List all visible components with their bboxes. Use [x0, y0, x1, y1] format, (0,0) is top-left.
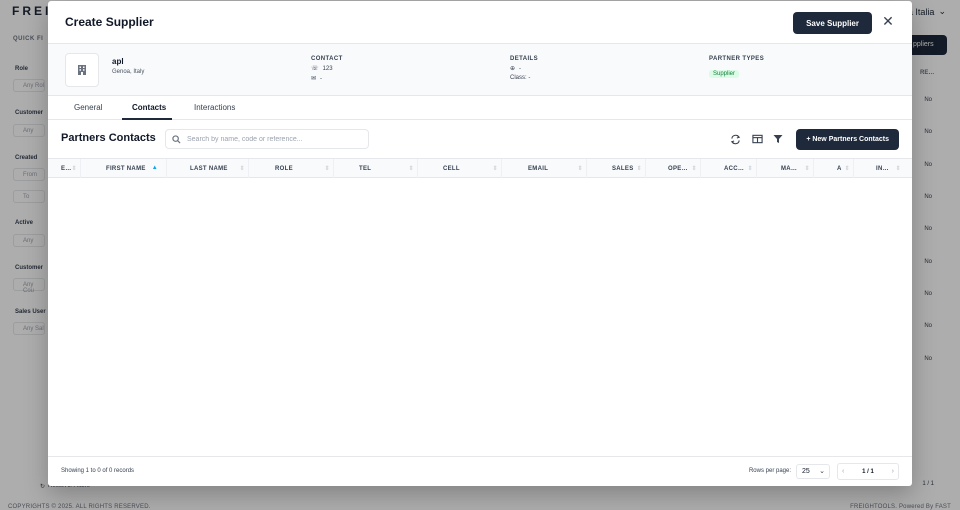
- modal-header: Create Supplier Save Supplier ✕: [48, 1, 912, 44]
- partner-type-badge: Supplier: [709, 70, 740, 78]
- contact-heading: CONTACT: [311, 56, 343, 62]
- pagination: ‹ 1 / 1 ›: [837, 463, 899, 480]
- modal-title: Create Supplier: [65, 15, 154, 29]
- next-page-icon[interactable]: ›: [892, 468, 894, 475]
- create-supplier-modal: Create Supplier Save Supplier ✕ apl Geno…: [48, 1, 912, 486]
- contacts-toolbar: Partners Contacts Search by name, code o…: [48, 120, 912, 158]
- columns-icon[interactable]: [751, 133, 763, 145]
- column-header[interactable]: OPE… ⇕: [663, 159, 701, 178]
- company-location: Genoa, Italy: [112, 69, 145, 75]
- company-name: apl: [112, 57, 124, 66]
- sort-icon: ⇕: [239, 166, 245, 172]
- column-header[interactable]: LAST NAME ⇕: [185, 159, 249, 178]
- sort-icon: ⇕: [492, 166, 498, 172]
- table-footer: Showing 1 to 0 of 0 records Rows per pag…: [48, 456, 912, 486]
- partner-types-heading: PARTNER TYPES: [709, 56, 765, 62]
- previous-page-icon[interactable]: ‹: [842, 468, 844, 475]
- globe-icon: ⊕: [510, 65, 516, 72]
- building-icon: [65, 53, 99, 87]
- column-header[interactable]: IN… ⇕: [871, 159, 904, 178]
- section-title: Partners Contacts: [61, 132, 156, 144]
- column-header[interactable]: A ⇕: [832, 159, 854, 178]
- rows-per-page-label: Rows per page:: [748, 468, 791, 474]
- mail-icon: ✉: [311, 75, 317, 82]
- column-header[interactable]: SALES ⇕: [607, 159, 646, 178]
- modal-tabs: General Contacts Interactions: [48, 96, 912, 120]
- records-count: Showing 1 to 0 of 0 records: [61, 468, 135, 474]
- filter-icon[interactable]: [772, 133, 784, 145]
- sort-icon: ⇕: [804, 166, 810, 172]
- supplier-summary: apl Genoa, Italy CONTACT ☏ 123 ✉ - DETAI…: [48, 44, 912, 96]
- column-header[interactable]: CELL ⇕: [438, 159, 502, 178]
- rows-per-page-select[interactable]: 25 ⌄: [796, 464, 830, 479]
- column-header[interactable]: E… ⇕: [48, 159, 81, 178]
- details-info: DETAILS ⊕ - Class: -: [510, 56, 538, 81]
- search-box: [165, 129, 369, 149]
- new-partners-contacts-button[interactable]: + New Partners Contacts: [796, 129, 899, 150]
- phone-icon: ☏: [311, 65, 319, 72]
- sort-icon: ⇕: [324, 166, 330, 172]
- refresh-icon[interactable]: [729, 133, 741, 145]
- partner-types-info: PARTNER TYPES Supplier: [709, 56, 764, 80]
- rows-per-page-value: 25: [802, 468, 810, 475]
- contacts-table-header: E… ⇕ FIRST NAME ▲ LAST NAME ⇕ ROLE ⇕ TEL ⇕ CE…: [48, 158, 912, 178]
- tab-general[interactable]: General: [74, 103, 102, 112]
- sort-icon: ⇕: [71, 166, 77, 172]
- contact-info: CONTACT ☏ 123 ✉ -: [311, 56, 343, 82]
- page-indicator: 1 / 1: [862, 468, 874, 475]
- tab-contacts[interactable]: Contacts: [132, 103, 166, 112]
- column-header-first-name[interactable]: FIRST NAME ▲: [101, 159, 167, 178]
- sort-icon: ⇕: [844, 166, 850, 172]
- contact-email: -: [320, 75, 323, 82]
- details-heading: DETAILS: [510, 56, 539, 62]
- sort-icon: ⇕: [636, 166, 642, 172]
- sort-icon: ⇕: [747, 166, 753, 172]
- column-header[interactable]: ROLE ⇕: [270, 159, 334, 178]
- column-header[interactable]: ACC… ⇕: [719, 159, 757, 178]
- sort-icon: ⇕: [577, 166, 583, 172]
- close-icon[interactable]: ✕: [881, 15, 895, 29]
- sort-icon: ⇕: [408, 166, 414, 172]
- search-input[interactable]: [187, 135, 357, 143]
- save-supplier-button[interactable]: Save Supplier: [793, 12, 872, 34]
- tab-interactions[interactable]: Interactions: [194, 103, 235, 112]
- chevron-down-icon: ⌄: [819, 468, 825, 475]
- column-header[interactable]: EMAIL ⇕: [523, 159, 587, 178]
- search-icon: [172, 134, 181, 144]
- details-class: Class: -: [510, 75, 531, 81]
- details-web: -: [519, 65, 522, 72]
- contacts-table-body: [48, 178, 912, 456]
- column-header[interactable]: TEL ⇕: [354, 159, 418, 178]
- sort-icon: ⇕: [895, 166, 901, 172]
- column-header[interactable]: MA… ⇕: [776, 159, 814, 178]
- sort-icon: ⇕: [691, 166, 697, 172]
- sort-ascending-icon: ▲: [151, 165, 158, 171]
- contact-phone: 123: [322, 65, 333, 72]
